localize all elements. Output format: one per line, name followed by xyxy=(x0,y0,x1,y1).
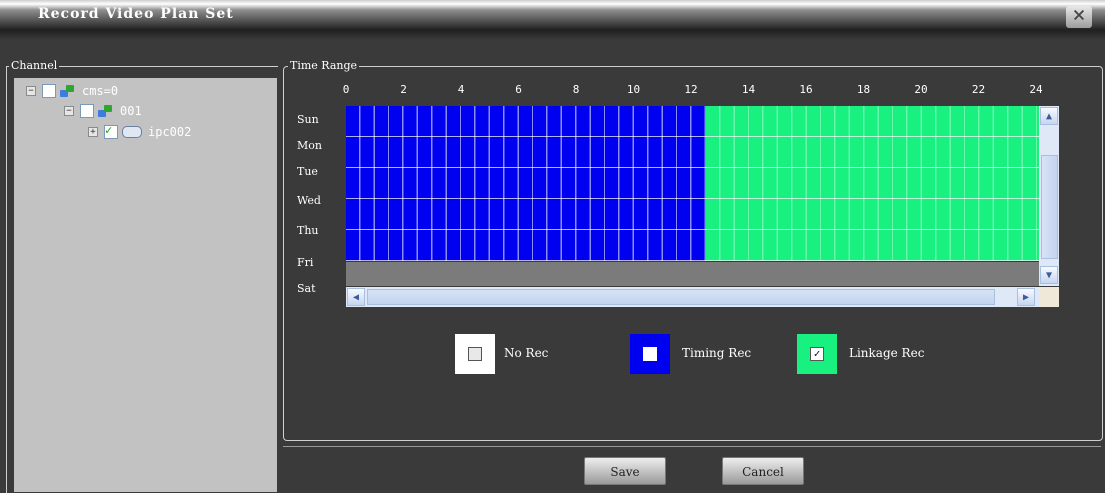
day-label: Thu xyxy=(297,224,319,237)
window-title: Record Video Plan Set xyxy=(38,6,234,22)
timing-block[interactable] xyxy=(346,199,706,230)
no-rec-label: No Rec xyxy=(504,346,549,360)
day-label: Fri xyxy=(297,256,314,269)
timing-rec-swatch[interactable] xyxy=(630,334,670,374)
checkbox[interactable] xyxy=(42,84,56,98)
hour-label: 6 xyxy=(515,83,522,96)
schedule-row[interactable] xyxy=(346,199,1039,230)
tree-node-label: cms=0 xyxy=(82,84,119,98)
schedule-row[interactable] xyxy=(346,106,1039,137)
day-label: Tue xyxy=(297,165,318,178)
day-label: Mon xyxy=(297,139,322,152)
vertical-scroll-thumb[interactable] xyxy=(1041,155,1058,259)
scroll-up-icon[interactable]: ▲ xyxy=(1040,107,1058,125)
day-label: Wed xyxy=(297,194,321,207)
cancel-button[interactable]: Cancel xyxy=(722,457,804,485)
checkbox-icon xyxy=(643,347,657,361)
scroll-left-icon[interactable]: ◀ xyxy=(347,288,365,306)
timing-block[interactable] xyxy=(346,137,706,168)
schedule-row[interactable] xyxy=(346,168,1039,199)
hour-label: 10 xyxy=(626,83,641,96)
collapse-icon[interactable]: − xyxy=(26,86,36,96)
hour-label: 2 xyxy=(400,83,407,96)
title-bar: Record Video Plan Set × xyxy=(0,0,1105,40)
channel-tree[interactable]: − cms=0 − 001 + ipc002 xyxy=(14,78,277,492)
tree-node-ipc002[interactable]: + ipc002 xyxy=(88,123,191,141)
scroll-corner xyxy=(1039,287,1059,307)
scroll-down-icon[interactable]: ▼ xyxy=(1040,266,1058,284)
linkage-rec-swatch[interactable]: ✓ xyxy=(797,334,837,374)
collapse-icon[interactable]: − xyxy=(64,106,74,116)
hour-label: 4 xyxy=(457,83,465,96)
hour-label: 12 xyxy=(684,83,698,96)
network-icon xyxy=(98,104,114,118)
linkage-block[interactable] xyxy=(705,199,1039,230)
hour-label: 16 xyxy=(799,83,813,96)
row-separator xyxy=(346,260,1039,261)
linkage-block[interactable] xyxy=(705,106,1039,137)
hour-label: 18 xyxy=(856,83,871,96)
checkbox-icon xyxy=(468,347,482,361)
check-icon: ✓ xyxy=(810,347,824,361)
schedule-row[interactable] xyxy=(346,230,1039,261)
linkage-rec-label: Linkage Rec xyxy=(849,346,925,360)
hour-label: 14 xyxy=(741,83,756,96)
hour-label: 0 xyxy=(342,83,350,96)
no-rec-swatch[interactable] xyxy=(455,334,495,374)
timing-block[interactable] xyxy=(346,230,706,261)
schedule-unset-row[interactable] xyxy=(346,262,1039,286)
hour-label: 22 xyxy=(971,83,986,96)
checkbox-checked[interactable] xyxy=(104,123,118,139)
horizontal-scroll-thumb[interactable] xyxy=(367,289,995,305)
tree-node-cms[interactable]: − cms=0 xyxy=(26,82,118,100)
channel-legend: Channel xyxy=(9,59,60,72)
hour-label: 24 xyxy=(1029,83,1043,96)
day-label: Sun xyxy=(297,113,319,126)
divider xyxy=(283,446,1101,447)
linkage-block[interactable] xyxy=(705,230,1039,261)
tree-node-label: 001 xyxy=(120,104,142,118)
checkbox[interactable] xyxy=(80,104,94,118)
day-label: Sat xyxy=(297,282,316,295)
hour-label: 20 xyxy=(914,83,928,96)
schedule-grid[interactable] xyxy=(346,106,1039,262)
expand-icon[interactable]: + xyxy=(88,127,98,137)
time-range-legend: Time Range xyxy=(288,59,360,72)
hour-label: 8 xyxy=(572,83,580,96)
scroll-right-icon[interactable]: ▶ xyxy=(1017,288,1035,306)
linkage-block[interactable] xyxy=(705,168,1039,199)
timing-rec-label: Timing Rec xyxy=(682,346,752,360)
tree-node-label: ipc002 xyxy=(148,125,192,139)
save-button[interactable]: Save xyxy=(584,457,666,485)
camera-icon xyxy=(122,126,142,138)
tree-node-001[interactable]: − 001 xyxy=(64,102,142,120)
close-button[interactable]: × xyxy=(1066,5,1092,28)
network-icon xyxy=(60,84,76,98)
timing-block[interactable] xyxy=(346,106,706,137)
timing-block[interactable] xyxy=(346,168,706,199)
linkage-block[interactable] xyxy=(705,137,1039,168)
schedule-row[interactable] xyxy=(346,137,1039,168)
